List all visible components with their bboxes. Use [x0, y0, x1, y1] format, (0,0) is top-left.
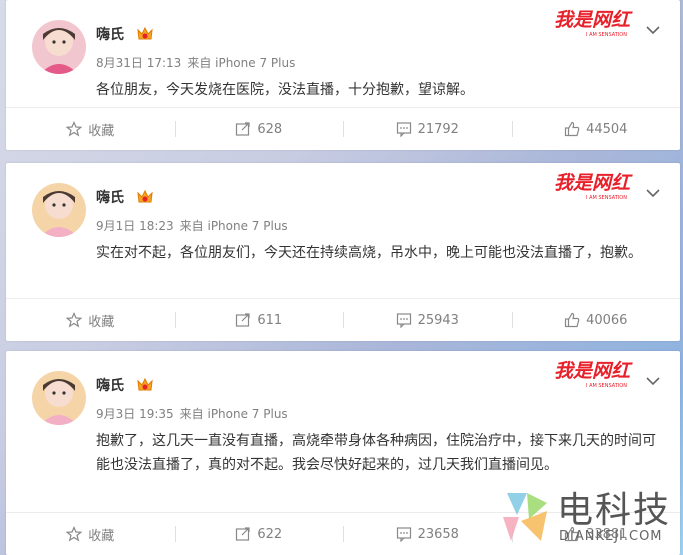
chevron-down-icon[interactable] — [646, 183, 660, 198]
vip-badge-icon — [136, 377, 154, 393]
favorite-label: 收藏 — [88, 314, 115, 330]
comment-button[interactable]: 23658 — [343, 513, 512, 555]
watermark: 我是网红 I AM SENSATION — [552, 357, 652, 389]
repost-button[interactable]: 622 — [174, 513, 344, 555]
watermark-sub: I AM SENSATION — [586, 383, 627, 389]
watermark-text: 我是网红 — [554, 9, 633, 31]
post-meta: 9月3日 19:35 来自 iPhone 7 Plus — [96, 405, 288, 422]
repost-count: 622 — [257, 526, 283, 542]
watermark-sub: I AM SENSATION — [586, 195, 627, 201]
user-name[interactable]: 嗨氏 — [96, 187, 124, 207]
post-text: 抱歉了，这几天一直没有直播，高烧牵带身体各种病因，住院治疗中，接下来几天的时间可… — [96, 433, 656, 473]
watermark: 我是网红 I AM SENSATION — [552, 169, 652, 201]
post-source: 来自 iPhone 7 Plus — [179, 407, 288, 421]
chevron-down-icon[interactable] — [646, 20, 660, 35]
comment-icon — [396, 527, 411, 542]
post-text: 实在对不起，各位朋友们，今天还在持续高烧，吊水中，晚上可能也没法直播了，抱歉。 — [96, 245, 642, 261]
post-time[interactable]: 9月3日 19:35 — [96, 407, 174, 421]
comment-count: 25943 — [417, 312, 459, 328]
post-card: 嗨氏 8月31日 17:13 来自 iPhone 7 Plus 各位朋友，今天发烧… — [6, 0, 680, 150]
favorite-button[interactable]: 收藏 — [6, 299, 175, 341]
logo-en-text: DIANKEJI.COM — [559, 529, 663, 544]
watermark-sub: I AM SENSATION — [586, 32, 627, 38]
repost-icon — [236, 313, 250, 327]
avatar[interactable] — [32, 371, 86, 425]
comment-icon — [396, 122, 411, 137]
repost-icon — [236, 122, 250, 136]
watermark-text: 我是网红 — [554, 172, 633, 194]
favorite-label: 收藏 — [88, 123, 115, 139]
post-time[interactable]: 8月31日 17:13 — [96, 56, 181, 70]
favorite-label: 收藏 — [88, 528, 115, 544]
comment-icon — [396, 313, 411, 328]
comment-count: 21792 — [417, 121, 459, 137]
like-count: 40066 — [586, 312, 628, 328]
logo-mark-icon — [503, 493, 547, 541]
repost-count: 611 — [257, 312, 283, 328]
favorite-button[interactable]: 收藏 — [6, 513, 175, 555]
site-logo: 电科技 DIANKEJI.COM — [497, 481, 677, 551]
repost-button[interactable]: 611 — [174, 299, 344, 341]
repost-count: 628 — [257, 121, 283, 137]
comment-count: 23658 — [417, 526, 459, 542]
vip-badge-icon — [136, 189, 154, 205]
thumbs-up-icon — [564, 121, 580, 137]
comment-button[interactable]: 21792 — [343, 108, 512, 150]
comment-button[interactable]: 25943 — [343, 299, 512, 341]
like-button[interactable]: 44504 — [511, 108, 681, 150]
thumbs-up-icon — [564, 312, 580, 328]
logo-cn-text: 电科技 — [557, 490, 672, 531]
star-icon — [66, 526, 83, 542]
action-bar: 收藏 611 25943 40066 — [6, 298, 680, 341]
watermark: 我是网红 I AM SENSATION — [552, 6, 652, 38]
avatar[interactable] — [32, 20, 86, 74]
like-button[interactable]: 40066 — [511, 299, 681, 341]
post-meta: 8月31日 17:13 来自 iPhone 7 Plus — [96, 54, 295, 71]
post-card: 嗨氏 9月1日 18:23 来自 iPhone 7 Plus 实在对不起，各位朋友… — [6, 163, 680, 341]
avatar[interactable] — [32, 183, 86, 237]
action-bar: 收藏 628 21792 44504 — [6, 107, 680, 150]
user-name[interactable]: 嗨氏 — [96, 24, 124, 44]
watermark-text: 我是网红 — [554, 360, 633, 382]
post-text: 各位朋友，今天发烧在医院，没法直播，十分抱歉，望谅解。 — [96, 82, 474, 98]
repost-button[interactable]: 628 — [174, 108, 344, 150]
post-source: 来自 iPhone 7 Plus — [179, 219, 288, 233]
repost-icon — [236, 527, 250, 541]
star-icon — [66, 312, 83, 328]
favorite-button[interactable]: 收藏 — [6, 108, 175, 150]
like-count: 44504 — [586, 121, 628, 137]
star-icon — [66, 121, 83, 137]
post-time[interactable]: 9月1日 18:23 — [96, 219, 174, 233]
vip-badge-icon — [136, 26, 154, 42]
user-name[interactable]: 嗨氏 — [96, 375, 124, 395]
post-source: 来自 iPhone 7 Plus — [187, 56, 296, 70]
post-meta: 9月1日 18:23 来自 iPhone 7 Plus — [96, 217, 288, 234]
chevron-down-icon[interactable] — [646, 371, 660, 386]
